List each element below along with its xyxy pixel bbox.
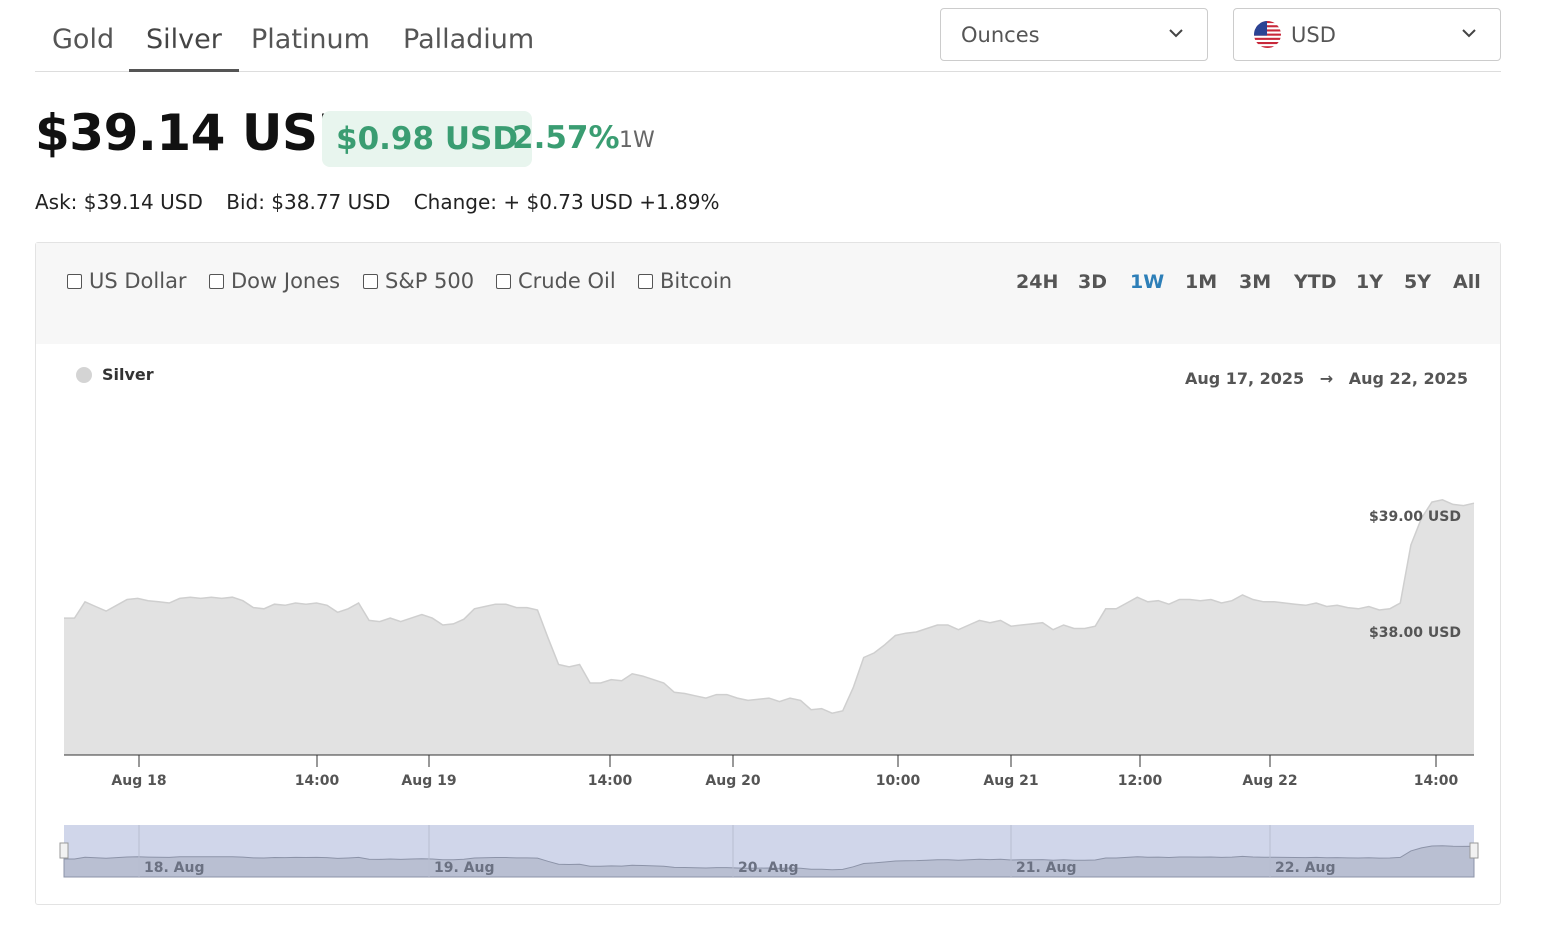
x-tick-label: 12:00 <box>1118 773 1163 789</box>
price-period: 1W <box>619 128 655 153</box>
y-tick-label: $39.00 USD <box>1369 509 1461 525</box>
navigator-label: 18. Aug <box>144 860 205 876</box>
x-tick-label: 14:00 <box>588 773 633 789</box>
x-tick-label: 14:00 <box>295 773 340 789</box>
price-change-badge: $0.98 USD <box>322 111 533 167</box>
navigator-handle-left[interactable] <box>59 842 69 859</box>
x-tick-label: 14:00 <box>1414 773 1459 789</box>
unit-select-value: Ounces <box>961 22 1040 47</box>
y-tick-label: $38.00 USD <box>1369 625 1461 641</box>
us-flag-icon <box>1254 21 1281 48</box>
x-tick-label: 10:00 <box>876 773 921 789</box>
navigator-handle-right[interactable] <box>1469 842 1479 859</box>
currency-select[interactable]: USD <box>1233 8 1501 61</box>
navigator-label: 20. Aug <box>738 860 799 876</box>
price-change-percent: 2.57% <box>512 120 620 156</box>
navigator-label: 22. Aug <box>1275 860 1336 876</box>
tab-gold[interactable]: Gold <box>35 20 131 72</box>
price-chart[interactable]: Aug 18 14:00 Aug 19 14:00 Aug 20 10:00 Aug 21 1… <box>36 243 1500 904</box>
x-tick-label: Aug 21 <box>983 773 1038 789</box>
currency-select-value: USD <box>1291 22 1336 47</box>
tab-silver[interactable]: Silver <box>129 20 239 72</box>
navigator-label: 21. Aug <box>1016 860 1077 876</box>
day-change: Change: + $0.73 USD +1.89% <box>413 190 720 214</box>
x-tick-label: Aug 20 <box>705 773 760 789</box>
unit-select[interactable]: Ounces <box>940 8 1208 61</box>
x-tick-label: Aug 19 <box>401 773 456 789</box>
silver-area <box>64 499 1474 755</box>
ask-price: Ask: $39.14 USD <box>35 190 203 214</box>
bid-price: Bid: $38.77 USD <box>226 190 391 214</box>
tab-palladium[interactable]: Palladium <box>386 20 551 72</box>
navigator-label: 19. Aug <box>434 860 495 876</box>
chevron-down-icon <box>1462 29 1476 38</box>
current-price: $39.14 USD <box>35 104 359 162</box>
tab-platinum[interactable]: Platinum <box>234 20 387 72</box>
chart-card: US Dollar Dow Jones S&P 500 Crude Oil Bi… <box>35 242 1501 905</box>
x-tick-label: Aug 22 <box>1242 773 1297 789</box>
x-tick-label: Aug 18 <box>111 773 166 789</box>
quote-line: Ask: $39.14 USD Bid: $38.77 USD Change: … <box>35 190 737 214</box>
chevron-down-icon <box>1169 29 1183 38</box>
